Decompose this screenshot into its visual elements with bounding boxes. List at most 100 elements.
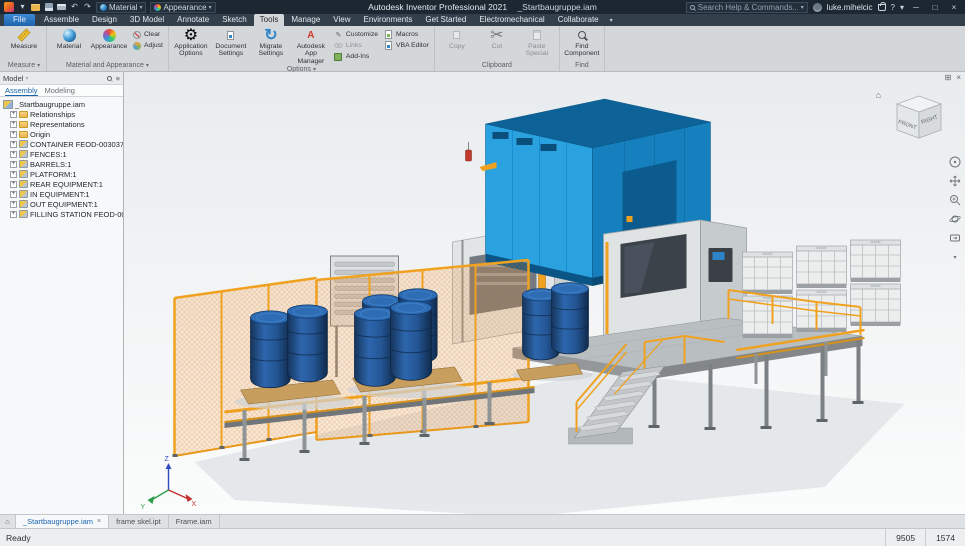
browser-title[interactable]: Model [3, 74, 23, 83]
viewport-close-icon[interactable]: × [956, 73, 961, 82]
tree-item-fences[interactable]: + FENCES:1 [0, 149, 123, 159]
undo-icon[interactable]: ↶ [70, 2, 79, 12]
look-at-icon[interactable] [949, 232, 961, 244]
tab-file[interactable]: File [4, 14, 35, 26]
expander-icon[interactable]: + [10, 211, 17, 218]
app-manager-button[interactable]: A Autodesk App Manager [292, 27, 330, 66]
redo-icon[interactable]: ↷ [83, 2, 92, 12]
chevron-down-icon: ▾ [209, 4, 212, 11]
measure-button[interactable]: Measure [5, 27, 43, 60]
navbar-more-icon[interactable]: ▾ [949, 251, 961, 263]
tab-close-icon[interactable]: × [97, 518, 101, 525]
maximize-button[interactable]: □ [928, 3, 942, 12]
migrate-settings-button[interactable]: ↻ Migrate Settings [252, 27, 290, 66]
expander-icon[interactable]: + [10, 201, 17, 208]
expander-icon[interactable]: + [10, 141, 17, 148]
tree-item-relationships[interactable]: + Relationships [0, 109, 123, 119]
tab-environments[interactable]: Environments [357, 14, 418, 26]
expander-icon[interactable]: + [10, 131, 17, 138]
print-icon[interactable] [57, 2, 66, 12]
doc-tab-startbaugruppe[interactable]: _Startbaugruppe.iam × [16, 515, 109, 528]
vba-editor-button[interactable]: VBA Editor [382, 41, 431, 50]
tab-assemble[interactable]: Assemble [38, 14, 85, 26]
expander-icon[interactable]: + [10, 151, 17, 158]
expander-icon[interactable]: + [10, 161, 17, 168]
macros-button[interactable]: Macros [382, 30, 431, 39]
tab-collaborate[interactable]: Collaborate [552, 14, 605, 26]
appearance-button[interactable]: Appearance [90, 27, 128, 60]
expander-icon[interactable]: + [10, 121, 17, 128]
view-cube[interactable]: ⌂ FRONT RIGHT [876, 90, 953, 148]
browser-menu-icon[interactable]: ≡ [116, 74, 120, 83]
application-options-button[interactable]: ⚙ Application Options [172, 27, 210, 66]
save-icon[interactable] [44, 2, 53, 12]
tree-item-origin[interactable]: + Origin [0, 129, 123, 139]
clear-button[interactable]: Clear [130, 30, 165, 39]
help-search-input[interactable]: Search Help & Commands... ▾ [686, 2, 808, 13]
tree-item-root[interactable]: _Startbaugruppe.iam [0, 99, 123, 109]
minimize-button[interactable]: ─ [909, 3, 923, 12]
help-dropdown-icon[interactable]: ▾ [900, 3, 904, 12]
search-icon [690, 5, 695, 10]
adjust-button[interactable]: Adjust [130, 41, 165, 50]
tab-overflow-icon[interactable]: ▾ [606, 17, 617, 26]
tab-design[interactable]: Design [86, 14, 123, 26]
cut-button: ✂ Cut [478, 27, 516, 60]
document-settings-button[interactable]: Document Settings [212, 27, 250, 66]
tree-item-out-equipment[interactable]: + OUT EQUIPMENT:1 [0, 199, 123, 209]
tree-item-rear-equipment[interactable]: + REAR EQUIPMENT:1 [0, 179, 123, 189]
app-menu-dropdown-icon[interactable]: ▾ [18, 2, 27, 12]
doc-tab-frame-skel[interactable]: frame skel.ipt [109, 515, 169, 528]
tab-assembly[interactable]: Assembly [5, 86, 38, 95]
3d-scene[interactable]: Z X Y [124, 72, 965, 514]
expander-icon[interactable]: + [10, 111, 17, 118]
group-label-find: Find [560, 60, 604, 71]
appearance-dropdown[interactable]: Appearance ▾ [150, 2, 215, 13]
find-component-button[interactable]: Find Component [563, 27, 601, 60]
tree-item-filling-station[interactable]: + FILLING STATION FEOD-00303879:1 [0, 209, 123, 219]
customize-button[interactable]: ✎ Customize [332, 30, 380, 39]
tree-item-barrels[interactable]: + BARRELS:1 [0, 159, 123, 169]
app-store-icon[interactable] [878, 4, 886, 11]
tree-item-platform[interactable]: + PLATFORM:1 [0, 169, 123, 179]
tab-3d-model[interactable]: 3D Model [124, 14, 170, 26]
pan-icon[interactable] [949, 175, 961, 187]
doc-tab-frame[interactable]: Frame.iam [169, 515, 220, 528]
group-label-measure[interactable]: Measure▾ [2, 60, 46, 71]
tree-item-in-equipment[interactable]: + IN EQUIPMENT:1 [0, 189, 123, 199]
chevron-down-icon[interactable]: ▾ [25, 75, 28, 82]
open-icon[interactable] [31, 2, 40, 12]
tab-get-started[interactable]: Get Started [419, 14, 472, 26]
help-icon[interactable]: ? [891, 3, 895, 12]
folder-icon [19, 131, 28, 138]
user-name[interactable]: luke.mihelcic [827, 3, 873, 12]
avatar[interactable] [813, 3, 822, 12]
viewport[interactable]: Z X Y ⊞ × ⌂ FRONT RIGHT [124, 72, 965, 514]
expander-icon[interactable]: + [10, 181, 17, 188]
status-message: Ready [6, 533, 31, 543]
material-button[interactable]: Material [50, 27, 88, 60]
expander-icon[interactable]: + [10, 171, 17, 178]
tab-electromechanical[interactable]: Electromechanical [473, 14, 550, 26]
close-button[interactable]: × [947, 3, 961, 12]
addins-button[interactable]: Add-Ins [332, 52, 380, 61]
inventor-logo-icon[interactable] [4, 2, 14, 12]
navigation-wheel-icon[interactable] [949, 156, 961, 168]
group-label-material[interactable]: Material and Appearance▾ [47, 60, 168, 71]
material-dropdown[interactable]: Material ▾ [96, 2, 146, 13]
home-icon[interactable]: ⌂ [876, 90, 881, 100]
tree-item-representations[interactable]: + Representations [0, 119, 123, 129]
tab-manage[interactable]: Manage [285, 14, 326, 26]
appearance-wheel-icon [154, 4, 161, 11]
zoom-icon[interactable] [949, 194, 961, 206]
expander-icon[interactable]: + [10, 191, 17, 198]
browser-search-icon[interactable] [107, 76, 112, 81]
paste-special-button: Paste Special [518, 27, 556, 60]
tab-modeling[interactable]: Modeling [45, 86, 75, 95]
tree-item-container[interactable]: + CONTAINER FEOD-00303735:1 [0, 139, 123, 149]
viewport-restore-icon[interactable]: ⊞ [945, 73, 952, 82]
tab-view[interactable]: View [327, 14, 356, 26]
orbit-icon[interactable] [949, 213, 961, 225]
home-tab-icon[interactable]: ⌂ [0, 515, 16, 528]
tab-sketch[interactable]: Sketch [216, 14, 252, 26]
